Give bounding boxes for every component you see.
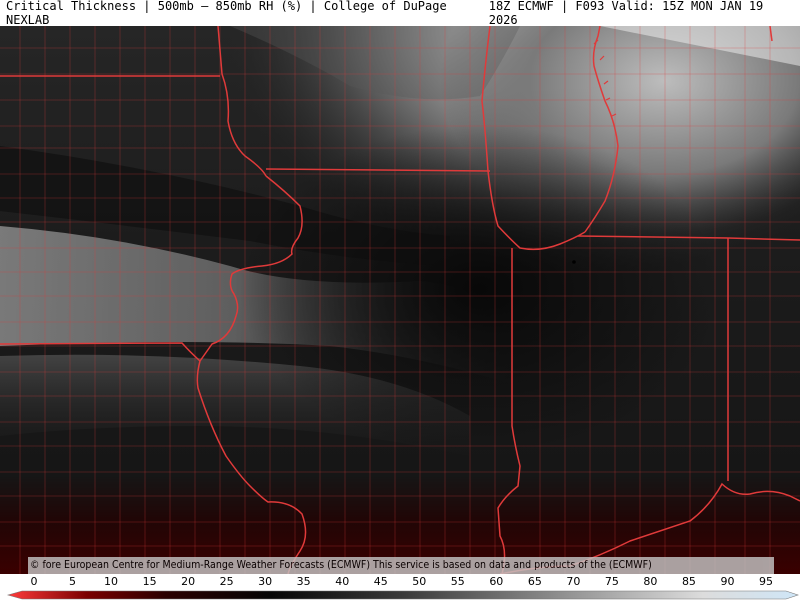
legend-tick-labels: 0 5 10 15 20 25 30 35 40 45 50 55 60 65 70 75 80 85 90 95: [0, 574, 800, 590]
legend-tick-label: 35: [296, 575, 311, 588]
legend-tick-label: 15: [142, 575, 157, 588]
legend-tick-label: 65: [527, 575, 542, 588]
legend-colorbar: [6, 590, 799, 600]
legend-tick-label: 0: [30, 575, 38, 588]
legend-tick-label: 50: [412, 575, 427, 588]
shoreline-ticks-icon: [593, 39, 617, 117]
legend-tick-label: 10: [104, 575, 119, 588]
ecmwf-credit: © fore European Centre for Medium-Range …: [28, 557, 774, 574]
header-valid-time: 18Z ECMWF | F093 Valid: 15Z MON JAN 19 2…: [488, 0, 764, 27]
legend-tick-label: 85: [681, 575, 696, 588]
legend-tick-label: 40: [335, 575, 350, 588]
legend-tick-label: 80: [643, 575, 658, 588]
rh-legend: 0 5 10 15 20 25 30 35 40 45 50 55 60 65 70 75 80 85 90 95: [0, 574, 800, 600]
legend-tick-label: 75: [604, 575, 619, 588]
city-marker-icon: [572, 260, 576, 264]
map-panel: [0, 26, 800, 574]
legend-tick-label: 20: [181, 575, 196, 588]
legend-tick-label: 55: [450, 575, 465, 588]
legend-tick-label: 25: [219, 575, 234, 588]
legend-tick-label: 30: [258, 575, 273, 588]
legend-tick-label: 60: [489, 575, 504, 588]
map-header: Critical Thickness | 500mb – 850mb RH (%…: [0, 0, 800, 27]
legend-tick-label: 70: [566, 575, 581, 588]
legend-tick-label: 5: [69, 575, 77, 588]
legend-tick-label: 90: [720, 575, 735, 588]
legend-tick-label: 95: [759, 575, 773, 588]
legend-tick-label: 45: [373, 575, 388, 588]
lake-shore-detail: [572, 39, 617, 264]
header-title: Critical Thickness | 500mb – 850mb RH (%…: [6, 0, 447, 27]
